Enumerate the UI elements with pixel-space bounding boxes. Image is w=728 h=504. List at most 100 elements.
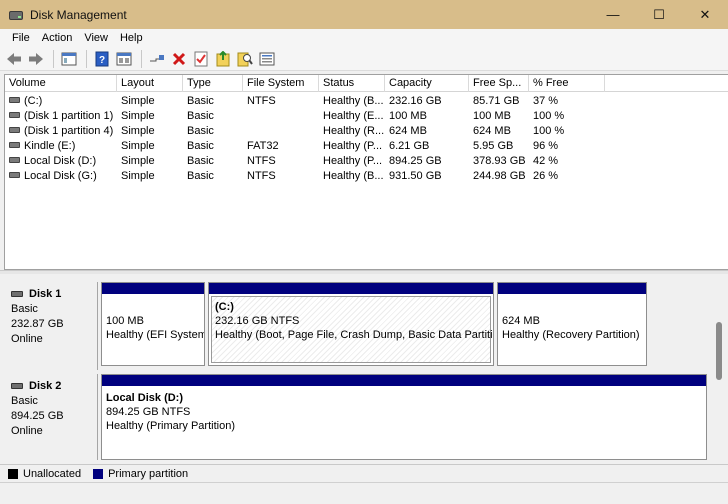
connect-icon[interactable] [147,49,167,69]
volume-type: Basic [187,140,214,152]
volume-file-system: NTFS [247,155,276,167]
column-header-capacity[interactable]: Capacity [385,75,469,92]
checklist-icon[interactable] [191,49,211,69]
table-row[interactable]: (C:) Simple Basic NTFS Healthy (B... 232… [5,94,728,109]
volume-name: Kindle (E:) [24,140,76,152]
column-header-percent-free[interactable]: % Free [529,75,605,92]
svg-text:?: ? [99,55,105,66]
menu-bar: File Action View Help [0,29,728,47]
disk-state: Online [11,333,43,345]
disk-state: Online [11,425,43,437]
partition-d[interactable]: Local Disk (D:) 894.25 GB NTFS Healthy (… [101,374,707,460]
table-row[interactable]: Kindle (E:) Simple Basic FAT32 Healthy (… [5,139,728,154]
volume-percent-free: 42 % [533,155,559,167]
title-bar: Disk Management — ☐ ✕ [0,0,728,29]
volume-free-space: 5.95 GB [473,140,514,152]
column-header-volume[interactable]: Volume [5,75,117,92]
console-tree-icon[interactable] [59,49,79,69]
help-icon[interactable]: ? [92,49,112,69]
partition-size: 894.25 GB NTFS [106,406,191,418]
partition-c[interactable]: (C:) 232.16 GB NTFS Healthy (Boot, Page … [208,282,494,366]
vertical-scrollbar[interactable] [713,274,728,462]
volume-layout: Simple [121,140,155,152]
menu-view[interactable]: View [78,32,114,44]
volume-type: Basic [187,155,214,167]
column-header-file-system[interactable]: File System [243,75,319,92]
search-icon[interactable] [235,49,255,69]
delete-icon[interactable] [169,49,189,69]
volume-file-system [243,109,319,124]
volume-type: Basic [187,95,214,107]
drive-icon [9,142,20,149]
volume-percent-free: 100 % [533,125,565,137]
table-row[interactable]: (Disk 1 partition 4) Simple Basic Health… [5,124,728,139]
volume-name: (Disk 1 partition 4) [24,125,114,137]
column-header-free-space[interactable]: Free Sp... [469,75,529,92]
legend: Unallocated Primary partition [0,464,728,482]
table-row[interactable]: (Disk 1 partition 1) Simple Basic Health… [5,109,728,124]
volume-percent-free: 100 % [533,110,565,122]
volume-name: Local Disk (G:) [24,170,97,182]
volume-file-system [243,124,319,139]
volume-percent-free: 37 % [533,95,559,107]
column-header-layout[interactable]: Layout [117,75,183,92]
volume-capacity: 6.21 GB [389,140,430,152]
disk-type: Basic [11,395,38,407]
volume-status: Healthy (E... [323,110,384,122]
disk-2-label[interactable]: Disk 2 Basic 894.25 GB Online [4,374,98,460]
disk-size: 894.25 GB [11,410,64,422]
menu-file[interactable]: File [6,32,36,44]
list-header: Volume Layout Type File System Status Ca… [5,75,728,92]
table-row[interactable]: Local Disk (G:) Simple Basic NTFS Health… [5,169,728,184]
volume-free-space: 624 MB [473,125,511,137]
volume-list[interactable]: Volume Layout Type File System Status Ca… [4,74,728,270]
partition-title: (C:) [215,301,234,313]
partition-recovery[interactable]: 624 MB Healthy (Recovery Partition) [497,282,647,366]
partition-size: 232.16 GB NTFS [215,315,300,327]
disk-icon [11,291,23,297]
volume-status: Healthy (R... [323,125,385,137]
disk-graph-view: Disk 1 Basic 232.87 GB Online 100 MB Hea… [0,274,728,462]
column-header-type[interactable]: Type [183,75,243,92]
volume-name: Local Disk (D:) [24,155,97,167]
legend-unallocated: Unallocated [23,467,82,480]
partition-efi[interactable]: 100 MB Healthy (EFI System [101,282,205,366]
back-icon[interactable] [4,49,24,69]
volume-file-system: NTFS [247,95,276,107]
volume-name: (Disk 1 partition 1) [24,110,114,122]
export-icon[interactable] [213,49,233,69]
window-title: Disk Management [30,7,127,22]
properties-icon[interactable] [114,49,134,69]
minimize-button[interactable]: — [590,0,636,29]
status-bar [0,482,728,504]
drive-icon [9,127,20,134]
drive-icon [9,157,20,164]
volume-type: Basic [187,170,214,182]
volume-layout: Simple [121,95,155,107]
forward-icon[interactable] [26,49,46,69]
volume-type: Basic [187,110,214,122]
maximize-button[interactable]: ☐ [636,0,682,29]
partition-size: 100 MB [106,315,144,327]
partition-title: Local Disk (D:) [106,392,184,404]
disk-size: 232.87 GB [11,318,64,330]
unallocated-swatch [8,468,18,479]
partition-status: Healthy (Primary Partition) [106,420,235,432]
partition-status: Healthy (Boot, Page File, Crash Dump, Ba… [215,329,493,341]
menu-action[interactable]: Action [36,32,79,44]
volume-layout: Simple [121,110,155,122]
close-button[interactable]: ✕ [682,0,728,29]
disk-1-label[interactable]: Disk 1 Basic 232.87 GB Online [4,282,98,370]
volume-status: Healthy (B... [323,95,384,107]
column-header-status[interactable]: Status [319,75,385,92]
volume-capacity: 931.50 GB [389,170,442,182]
volume-free-space: 378.93 GB [473,155,526,167]
disk-icon [11,383,23,389]
table-row[interactable]: Local Disk (D:) Simple Basic NTFS Health… [5,154,728,169]
primary-partition-swatch [93,468,104,479]
menu-help[interactable]: Help [114,32,149,44]
volume-file-system: FAT32 [247,140,279,152]
scrollbar-thumb[interactable] [716,322,722,380]
volume-layout: Simple [121,170,155,182]
view-icon[interactable] [257,49,277,69]
